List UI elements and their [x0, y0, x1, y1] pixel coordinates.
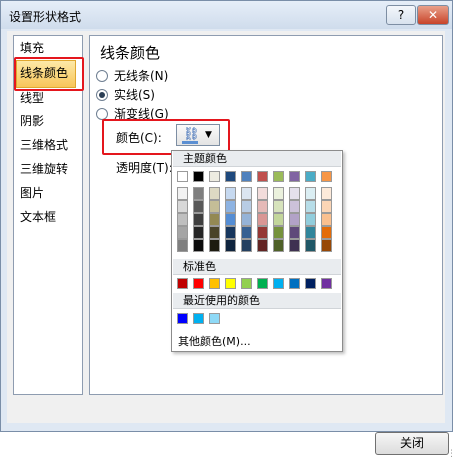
annotation-highlight-nav: [14, 57, 84, 91]
color-swatch[interactable]: [289, 171, 300, 182]
resize-grip-icon[interactable]: ⋮: [447, 449, 453, 459]
color-swatch[interactable]: [273, 213, 284, 226]
color-swatch[interactable]: [305, 213, 316, 226]
nav-item-picture[interactable]: 图片: [20, 183, 44, 203]
title-bar: 设置形状格式 ? ✕: [1, 1, 452, 29]
color-swatch[interactable]: [177, 226, 188, 239]
color-swatch[interactable]: [305, 239, 316, 252]
color-swatch[interactable]: [273, 200, 284, 213]
color-swatch[interactable]: [241, 226, 252, 239]
dialog-title: 设置形状格式: [9, 10, 82, 24]
color-swatch[interactable]: [177, 213, 188, 226]
color-swatch[interactable]: [273, 239, 284, 252]
color-swatch[interactable]: [305, 278, 316, 289]
radio-button-checked[interactable]: [96, 89, 108, 101]
color-swatch[interactable]: [193, 313, 204, 324]
color-swatch[interactable]: [225, 200, 236, 213]
color-swatch[interactable]: [177, 187, 188, 200]
color-swatch[interactable]: [225, 278, 236, 289]
color-swatch[interactable]: [289, 200, 300, 213]
nav-item-fill[interactable]: 填充: [20, 38, 44, 58]
close-button[interactable]: 关闭: [375, 432, 449, 455]
color-swatch[interactable]: [257, 213, 268, 226]
color-swatch[interactable]: [241, 171, 252, 182]
theme-colors-header: 主题颜色: [173, 151, 341, 167]
color-swatch[interactable]: [209, 226, 220, 239]
color-swatch[interactable]: [241, 278, 252, 289]
color-swatch[interactable]: [321, 200, 332, 213]
color-swatch[interactable]: [257, 239, 268, 252]
color-swatch[interactable]: [225, 213, 236, 226]
help-button[interactable]: ?: [386, 5, 416, 25]
nav-item-3d-format[interactable]: 三维格式: [20, 135, 68, 155]
color-palette-popup: 主题颜色 标准色 最近使用的颜色 其他颜色(M)...: [171, 150, 343, 352]
color-swatch[interactable]: [193, 239, 204, 252]
color-swatch[interactable]: [177, 239, 188, 252]
color-swatch[interactable]: [289, 239, 300, 252]
color-swatch[interactable]: [321, 171, 332, 182]
color-swatch[interactable]: [273, 187, 284, 200]
color-swatch[interactable]: [225, 187, 236, 200]
close-icon[interactable]: ✕: [417, 5, 449, 25]
radio-button[interactable]: [96, 70, 108, 82]
color-swatch[interactable]: [289, 278, 300, 289]
format-shape-dialog: 设置形状格式 ? ✕ 填充 线条颜色 线型 阴影 三维格式 三维旋转 图片 文本…: [0, 0, 453, 459]
color-swatch[interactable]: [225, 226, 236, 239]
color-swatch[interactable]: [193, 187, 204, 200]
color-swatch[interactable]: [241, 200, 252, 213]
recent-colors-header: 最近使用的颜色: [173, 293, 341, 309]
color-swatch[interactable]: [241, 239, 252, 252]
color-swatch[interactable]: [321, 187, 332, 200]
color-swatch[interactable]: [257, 278, 268, 289]
color-swatch[interactable]: [241, 213, 252, 226]
color-swatch[interactable]: [321, 226, 332, 239]
color-swatch[interactable]: [289, 226, 300, 239]
color-swatch[interactable]: [209, 200, 220, 213]
color-swatch[interactable]: [305, 171, 316, 182]
nav-item-3d-rotation[interactable]: 三维旋转: [20, 159, 68, 179]
color-swatch[interactable]: [305, 200, 316, 213]
color-swatch[interactable]: [209, 187, 220, 200]
color-swatch[interactable]: [177, 200, 188, 213]
nav-item-line-style[interactable]: 线型: [20, 88, 44, 108]
nav-item-shadow[interactable]: 阴影: [20, 111, 44, 131]
color-swatch[interactable]: [193, 226, 204, 239]
color-swatch[interactable]: [177, 171, 188, 182]
more-colors-option[interactable]: 其他颜色(M)...: [178, 333, 251, 349]
standard-colors-header: 标准色: [173, 259, 341, 275]
color-swatch[interactable]: [257, 187, 268, 200]
color-swatch[interactable]: [209, 171, 220, 182]
color-swatch[interactable]: [273, 278, 284, 289]
color-swatch[interactable]: [209, 239, 220, 252]
color-swatch[interactable]: [225, 239, 236, 252]
color-swatch[interactable]: [305, 226, 316, 239]
color-swatch[interactable]: [193, 278, 204, 289]
color-swatch[interactable]: [273, 171, 284, 182]
color-swatch[interactable]: [257, 171, 268, 182]
panel-title: 线条颜色: [100, 44, 161, 62]
color-swatch[interactable]: [209, 278, 220, 289]
color-swatch[interactable]: [209, 313, 220, 324]
color-swatch[interactable]: [193, 200, 204, 213]
color-swatch[interactable]: [177, 313, 188, 324]
color-swatch[interactable]: [321, 239, 332, 252]
color-swatch[interactable]: [209, 213, 220, 226]
color-swatch[interactable]: [321, 213, 332, 226]
color-swatch[interactable]: [193, 171, 204, 182]
color-swatch[interactable]: [241, 187, 252, 200]
color-swatch[interactable]: [257, 226, 268, 239]
color-swatch[interactable]: [177, 278, 188, 289]
color-swatch[interactable]: [225, 171, 236, 182]
color-swatch[interactable]: [305, 187, 316, 200]
color-swatch[interactable]: [257, 200, 268, 213]
color-swatch[interactable]: [289, 213, 300, 226]
color-swatch[interactable]: [273, 226, 284, 239]
color-swatch[interactable]: [321, 278, 332, 289]
color-swatch[interactable]: [289, 187, 300, 200]
radio-no-line[interactable]: 无线条(N): [96, 68, 168, 84]
color-swatch[interactable]: [193, 213, 204, 226]
nav-item-text-box[interactable]: 文本框: [20, 207, 56, 227]
radio-solid-line[interactable]: 实线(S): [96, 87, 155, 103]
transparency-label: 透明度(T):: [116, 161, 173, 175]
